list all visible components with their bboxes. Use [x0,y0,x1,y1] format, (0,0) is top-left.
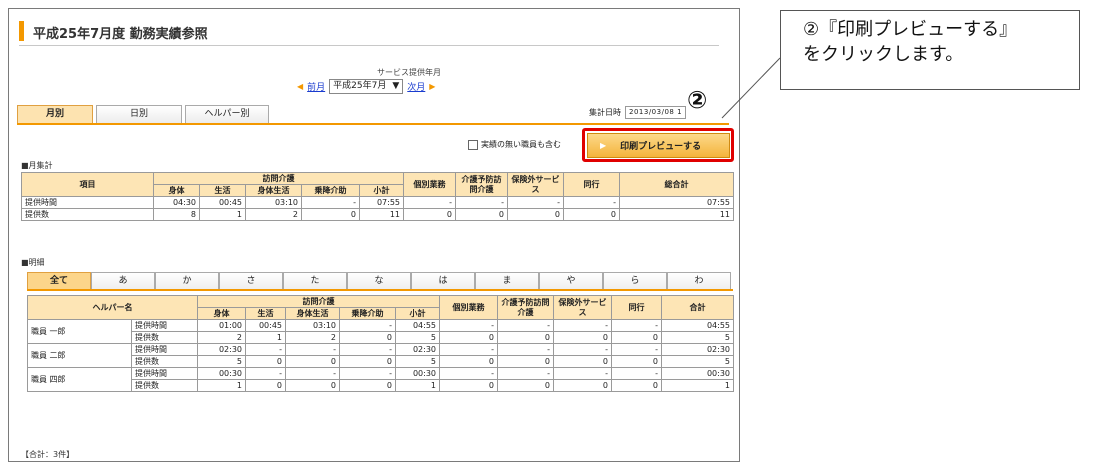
callout-line [721,57,781,119]
callout-line1: ②『印刷プレビューする』 [803,19,1018,40]
callout-line2: をクリックします。 [803,44,964,65]
instruction-callout: ②『印刷プレビューする』 をクリックします。 [780,10,1080,90]
